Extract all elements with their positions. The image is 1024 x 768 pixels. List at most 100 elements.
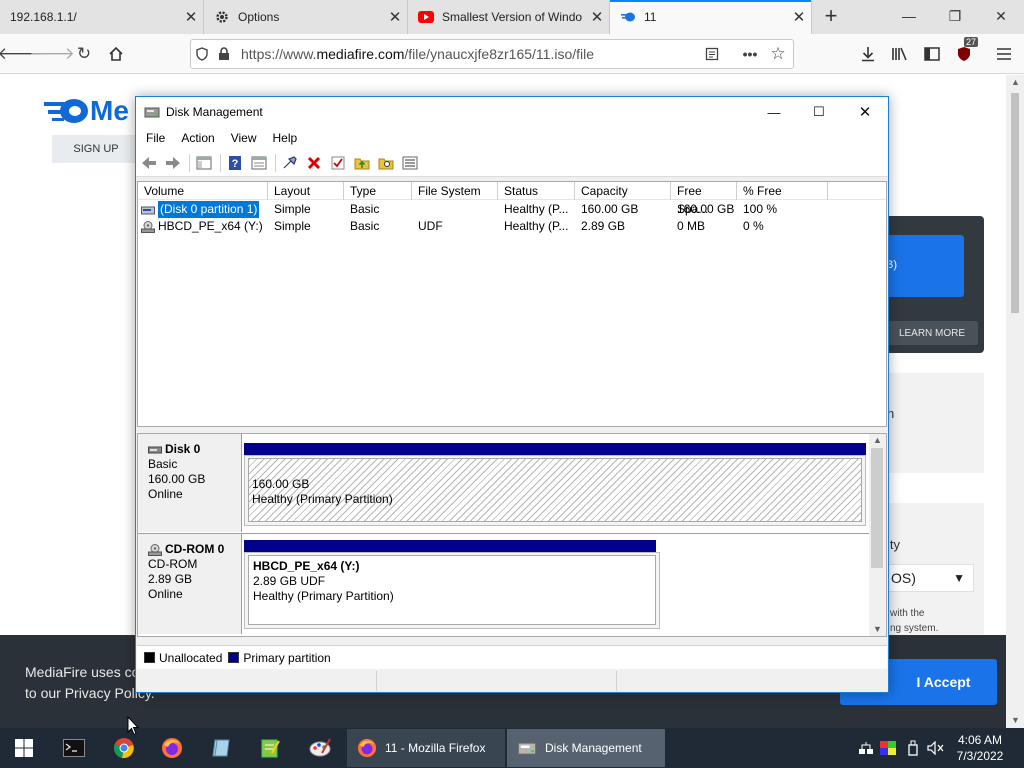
notes-taskbar-button[interactable] — [198, 728, 246, 768]
firefox-icon — [357, 738, 377, 758]
scroll-down-icon[interactable]: ▼ — [1011, 715, 1020, 725]
reload-icon[interactable]: ↻ — [70, 40, 98, 68]
terminal-taskbar-button[interactable] — [50, 728, 98, 768]
list-view-icon[interactable] — [401, 154, 419, 172]
show-hide-console-tree-icon[interactable] — [195, 154, 213, 172]
disk-row-cdrom-0[interactable]: CD-ROM 0 CD-ROM 2.89 GB Online HBCD_PE_x… — [138, 533, 870, 634]
disk-scroll-thumb[interactable] — [871, 448, 883, 568]
page-scrollbar[interactable]: ▲ ▼ — [1006, 75, 1024, 729]
back-icon[interactable] — [140, 154, 158, 172]
tab-mediafire[interactable]: 11 ✕ — [610, 0, 812, 34]
connect-disk-icon[interactable] — [281, 154, 299, 172]
logo-text: Me — [90, 95, 129, 126]
editor-taskbar-button[interactable] — [246, 728, 294, 768]
usb-device-icon[interactable] — [903, 738, 923, 758]
chrome-taskbar-button[interactable] — [100, 728, 148, 768]
scroll-up-icon[interactable]: ▲ — [873, 435, 882, 445]
disk-info-cdrom-0[interactable]: CD-ROM 0 CD-ROM 2.89 GB Online — [138, 534, 242, 634]
tab-router[interactable]: 192.168.1.1/ ✕ — [0, 0, 204, 34]
disk-name: CD-ROM 0 — [148, 542, 241, 557]
partition-status: Healthy (Primary Partition) — [253, 589, 394, 603]
minimize-button[interactable]: — — [886, 0, 932, 34]
search-folder-icon[interactable] — [377, 154, 395, 172]
scroll-down-icon[interactable]: ▼ — [873, 624, 882, 634]
column-header-volume[interactable]: Volume — [138, 182, 268, 200]
close-icon[interactable]: ✕ — [585, 8, 609, 26]
mediafire-logo[interactable]: Me — [44, 95, 129, 127]
menu-action[interactable]: Action — [171, 131, 220, 145]
dm-maximize-button[interactable]: ☐ — [796, 97, 842, 127]
display-icon[interactable] — [878, 738, 898, 758]
window-title-bar[interactable]: Disk Management — ☐ ✕ — [136, 97, 888, 127]
taskbar-task-disk-management[interactable]: Disk Management — [507, 729, 665, 767]
volume-row[interactable]: HBCD_PE_x64 (Y:) Simple Basic UDF Health… — [138, 218, 886, 235]
close-icon[interactable]: ✕ — [787, 8, 811, 26]
menu-help[interactable]: Help — [263, 131, 304, 145]
partition-box-cdrom-0[interactable]: HBCD_PE_x64 (Y:) 2.89 GB UDF Healthy (Pr… — [244, 552, 660, 629]
disk-row-disk-0[interactable]: Disk 0 Basic 160.00 GB Online 160.00 GB … — [138, 434, 870, 532]
help-icon[interactable]: ? — [226, 154, 244, 172]
partition-disk-0-1[interactable]: 160.00 GB Healthy (Primary Partition) — [248, 458, 862, 522]
partition-cdrom-0-1[interactable]: HBCD_PE_x64 (Y:) 2.89 GB UDF Healthy (Pr… — [248, 555, 656, 625]
column-header-status[interactable]: Status — [498, 182, 575, 200]
column-header-capacity[interactable]: Capacity — [575, 182, 671, 200]
url-bar[interactable]: https://www.mediafire.com/file/ynaucxjfe… — [190, 39, 794, 69]
disk-management-window: Disk Management — ☐ ✕ File Action View H… — [135, 96, 889, 693]
sidebar-icon[interactable] — [918, 40, 946, 68]
delete-icon[interactable] — [305, 154, 323, 172]
close-icon[interactable]: ✕ — [383, 8, 407, 26]
volume-row[interactable]: (Disk 0 partition 1) Simple Basic Health… — [138, 201, 886, 218]
cd-drive-icon — [141, 221, 155, 233]
ublock-icon[interactable]: 27 — [950, 37, 979, 68]
disk-view-scrollbar[interactable]: ▲ ▼ — [869, 434, 886, 636]
tab-options[interactable]: Options ✕ — [204, 0, 408, 34]
page-actions-icon[interactable]: ••• — [739, 43, 761, 65]
column-header-layout[interactable]: Layout — [268, 182, 344, 200]
folder-up-icon[interactable] — [353, 154, 371, 172]
start-button[interactable] — [0, 728, 48, 768]
scroll-up-icon[interactable]: ▲ — [1011, 77, 1020, 87]
taskbar-task-firefox[interactable]: 11 - Mozilla Firefox — [347, 729, 505, 767]
volume-muted-icon[interactable] — [926, 738, 946, 758]
column-header-percent-free[interactable]: % Free — [737, 182, 828, 200]
taskbar-clock[interactable]: 4:06 AM 7/3/2022 — [950, 732, 1010, 764]
tab-youtube[interactable]: Smallest Version of Windo ✕ — [408, 0, 610, 34]
menu-view[interactable]: View — [221, 131, 263, 145]
forward-arrow-icon[interactable]: 🡒 — [29, 40, 75, 68]
column-header-free-space[interactable]: Free Spa... — [671, 182, 737, 216]
forward-icon[interactable] — [164, 154, 182, 172]
signup-button[interactable]: SIGN UP — [52, 135, 140, 163]
library-icon[interactable] — [886, 40, 914, 68]
firefox-taskbar-button[interactable] — [148, 728, 196, 768]
check-icon[interactable] — [329, 154, 347, 172]
new-tab-button[interactable]: + — [818, 4, 844, 30]
shield-icon[interactable] — [191, 43, 213, 65]
page-scroll-thumb[interactable] — [1011, 93, 1019, 313]
capacity-cell: 160.00 GB — [581, 202, 639, 216]
legend-swatch-unallocated — [144, 652, 155, 663]
close-window-button[interactable]: ✕ — [978, 0, 1024, 34]
download-icon[interactable] — [854, 40, 882, 68]
network-icon[interactable] — [856, 738, 876, 758]
tool-taskbar-button[interactable] — [296, 728, 344, 768]
disk-state: Online — [148, 587, 183, 601]
menu-file[interactable]: File — [136, 131, 171, 145]
windows-logo-icon — [15, 739, 33, 757]
home-icon[interactable] — [102, 40, 130, 68]
dm-minimize-button[interactable]: — — [751, 97, 797, 127]
disk-info-disk-0[interactable]: Disk 0 Basic 160.00 GB Online — [138, 434, 242, 532]
toolbar: ? — [136, 149, 888, 177]
menu-icon[interactable] — [990, 40, 1018, 68]
properties-icon[interactable] — [250, 154, 268, 172]
dm-close-button[interactable]: ✕ — [842, 97, 888, 127]
volume-list: Volume Layout Type File System Status Ca… — [137, 181, 887, 427]
bookmark-star-icon[interactable]: ☆ — [767, 43, 789, 65]
close-icon[interactable]: ✕ — [179, 8, 203, 26]
restore-button[interactable]: ❐ — [932, 0, 978, 34]
partition-box-disk-0[interactable]: 160.00 GB Healthy (Primary Partition) — [244, 455, 866, 526]
reader-view-icon[interactable] — [701, 43, 723, 65]
column-header-file-system[interactable]: File System — [412, 182, 498, 200]
column-header-type[interactable]: Type — [344, 182, 412, 200]
learn-more-button[interactable]: LEARN MORE — [886, 321, 978, 345]
lock-icon[interactable] — [213, 43, 235, 65]
